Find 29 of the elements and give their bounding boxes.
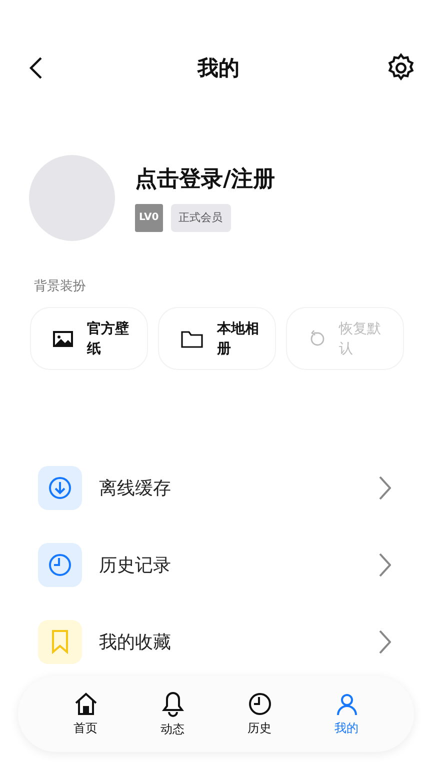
download-icon (48, 476, 72, 500)
login-link[interactable]: 点击登录/注册 (135, 164, 276, 194)
chevron-icon (379, 630, 391, 654)
reset-icon (309, 330, 325, 348)
folder-icon (181, 330, 203, 348)
member-badge: 正式会员 (170, 204, 231, 232)
clock-icon (48, 553, 72, 577)
bell-icon (160, 690, 184, 716)
background-option-button[interactable]: 本地相册 (158, 307, 276, 370)
back-icon (29, 56, 43, 80)
tab[interactable]: 首页 (74, 692, 98, 736)
tab[interactable]: 历史 (248, 692, 272, 736)
background-option-button[interactable]: 官方壁纸 (30, 307, 148, 370)
image-icon (53, 330, 73, 346)
settings-icon (386, 53, 416, 83)
chevron-icon (379, 553, 391, 577)
menu-item[interactable]: 我的收藏 (99, 630, 362, 654)
bookmark-icon (51, 630, 69, 654)
chevron-icon (379, 476, 391, 500)
user-icon (334, 692, 358, 716)
menu-item[interactable]: 离线缓存 (99, 476, 362, 500)
clock-icon (248, 692, 272, 716)
page-title: 我的 (198, 55, 240, 82)
home-icon (74, 692, 98, 716)
menu-item[interactable]: 历史记录 (99, 553, 362, 577)
tab[interactable]: 动态 (160, 690, 184, 738)
section-title: 背景装扮 (33, 278, 87, 295)
tab[interactable]: 我的 (334, 692, 358, 736)
level-badge: LV0 (135, 204, 163, 232)
